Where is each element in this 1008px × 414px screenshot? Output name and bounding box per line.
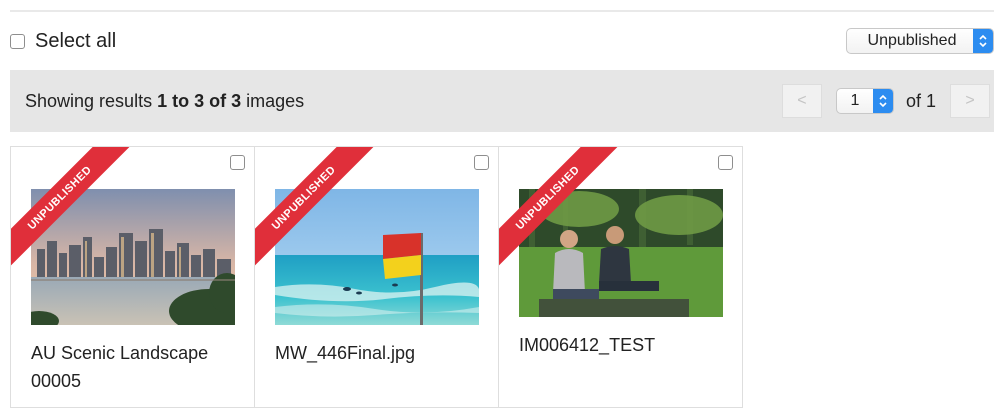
image-card[interactable]: UNPUBLISHED (10, 146, 255, 408)
status-filter-value: Unpublished (867, 32, 957, 49)
results-prefix: Showing results (25, 91, 158, 111)
toolbar: Select all Unpublished (10, 26, 994, 56)
status-ribbon: UNPUBLISHED (255, 147, 375, 267)
status-ribbon-label: UNPUBLISHED (11, 147, 130, 267)
top-divider (10, 10, 994, 12)
select-all[interactable]: Select all (10, 30, 116, 53)
chevron-right-icon: > (965, 92, 975, 109)
select-arrows-icon (872, 89, 893, 113)
results-summary: Showing results 1 to 3 of 3 images (25, 91, 304, 112)
chevron-left-icon: < (797, 92, 807, 109)
image-select-checkbox[interactable] (230, 155, 245, 170)
image-grid: UNPUBLISHED AU Scenic Landscape 00005 UN… (10, 146, 743, 408)
image-select-checkbox[interactable] (718, 155, 733, 170)
page-total: of 1 (905, 90, 936, 111)
status-ribbon: UNPUBLISHED (499, 147, 619, 267)
select-all-label: Select all (35, 30, 117, 52)
next-page-button[interactable]: > (950, 84, 990, 118)
image-card[interactable]: UNPUBLISHED (498, 146, 743, 408)
results-suffix: images (241, 91, 305, 111)
page-number-select[interactable]: 1 (835, 88, 894, 114)
status-ribbon: UNPUBLISHED (11, 147, 131, 267)
select-arrows-icon (973, 29, 993, 53)
results-bar: Showing results 1 to 3 of 3 images < 1 o… (10, 70, 994, 132)
status-ribbon-label: UNPUBLISHED (499, 147, 618, 267)
image-title: IM006412_TEST (519, 335, 656, 355)
current-page: 1 (850, 92, 860, 109)
pagination: < 1 of 1 > (781, 84, 990, 118)
image-card[interactable]: UNPUBLISHED (254, 146, 499, 408)
results-range: 1 to 3 of 3 (157, 91, 242, 111)
image-title: MW_446Final.jpg (275, 343, 416, 363)
select-all-checkbox[interactable] (10, 34, 25, 49)
prev-page-button[interactable]: < (781, 84, 822, 118)
status-filter-select[interactable]: Unpublished (846, 28, 994, 54)
status-ribbon-label: UNPUBLISHED (255, 147, 374, 267)
image-title: AU Scenic Landscape 00005 (31, 343, 209, 391)
image-select-checkbox[interactable] (474, 155, 489, 170)
